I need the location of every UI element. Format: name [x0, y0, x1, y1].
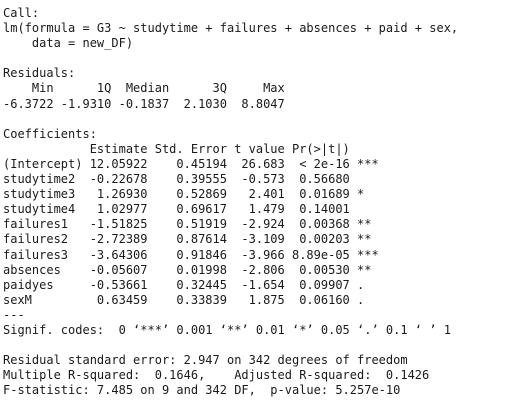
coefficient-row: failures2 -2.72389 0.87614 -3.109 0.0020…: [3, 232, 379, 247]
coefficient-row: absences -0.05607 0.01998 -2.806 0.00530…: [3, 262, 379, 277]
call-data-line: data = new_DF): [3, 36, 134, 51]
residuals-header: Residuals:: [3, 66, 76, 81]
signif-codes-legend: Signif. codes: 0 ‘***’ 0.001 ‘**’ 0.01 ‘…: [3, 322, 451, 337]
r-squared-line: Multiple R-squared: 0.1646, Adjusted R-s…: [3, 368, 437, 383]
r-console-output: Call: lm(formula = G3 ~ studytime + fail…: [0, 0, 511, 402]
residual-standard-error: Residual standard error: 2.947 on 342 de…: [3, 353, 408, 368]
coefficient-row: (Intercept) 12.05922 0.45194 26.683 < 2e…: [3, 156, 379, 171]
call-header: Call:: [3, 6, 40, 20]
separator-line: ---: [3, 307, 25, 322]
coefficient-row: studytime2 -0.22678 0.39555 -0.573 0.566…: [3, 172, 379, 187]
call-formula-line: lm(formula = G3 ~ studytime + failures +…: [3, 21, 459, 36]
f-statistic-line: F-statistic: 7.485 on 9 and 342 DF, p-va…: [3, 383, 401, 398]
residuals-column-headers: Min 1Q Median 3Q Max: [3, 81, 292, 96]
coefficient-row: sexM 0.63459 0.33839 1.875 0.06160 .: [3, 292, 379, 307]
residuals-values: -6.3722 -1.9310 -0.1837 2.1030 8.8047: [3, 96, 292, 111]
coefficient-row: failures3 -3.64306 0.91846 -3.966 8.89e-…: [3, 247, 379, 262]
coefficient-row: studytime4 1.02977 0.69617 1.479 0.14001: [3, 202, 379, 217]
coefficient-row: failures1 -1.51825 0.51919 -2.924 0.0036…: [3, 217, 379, 232]
coefficient-row: studytime3 1.26930 0.52869 2.401 0.01689…: [3, 187, 379, 202]
coefficients-column-headers: Estimate Std. Error t value Pr(>|t|): [3, 141, 379, 156]
coefficient-row: paidyes -0.53661 0.32445 -1.654 0.09907 …: [3, 277, 379, 292]
coefficients-header: Coefficients:: [3, 126, 97, 141]
